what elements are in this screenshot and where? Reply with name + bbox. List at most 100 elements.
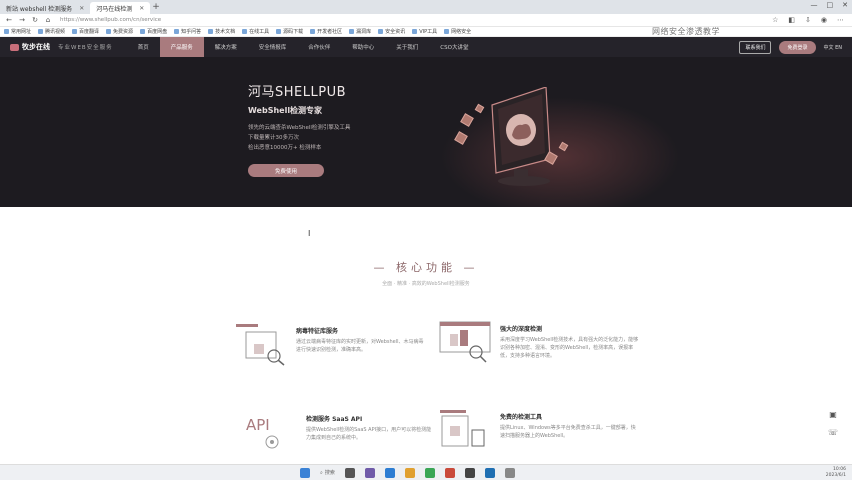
new-tab-button[interactable]: + [152,2,160,12]
logo-text: 牧步在线 [22,43,50,51]
login-button[interactable]: 免费登录 [779,40,816,54]
feature-title: 强大的深度检测 [500,326,543,333]
app-icon[interactable] [364,467,375,478]
bookmark-label: VIP工具 [419,29,438,35]
video-overlay-caption: 网络安全渗透教学 [652,27,720,36]
app-icon[interactable] [444,467,455,478]
downloads-icon[interactable]: ⇩ [805,16,811,24]
bookmark-item[interactable]: 知乎问答 [174,28,201,35]
free-use-button[interactable]: 免费使用 [248,164,324,177]
nav-item[interactable]: 解决方案 [204,37,248,57]
bookmark-item[interactable]: 网络安全 [444,28,471,35]
bookmark-item[interactable]: 漏洞库 [349,28,371,35]
nav-item[interactable]: 产品服务 [159,37,204,57]
bookmark-item[interactable]: 技术文档 [208,28,235,35]
address-bar: ← → ↻ ⌂ https://www.shellpub.com/cn/serv… [0,14,852,27]
bookmark-label: 在线工具 [249,29,270,35]
start-icon[interactable] [300,467,310,478]
close-window-button[interactable]: ✕ [842,1,848,9]
tab-label: 新站 webshell 检测服务 [6,5,73,13]
bookmark-item[interactable]: 百度网盘 [140,28,167,35]
bookmark-label: 安全资讯 [385,29,406,35]
bookmark-star-icon[interactable]: ☆ [772,16,778,24]
extensions-icon[interactable]: ◧ [788,16,795,24]
bookmark-favicon-icon [242,29,248,34]
bookmark-item[interactable]: 免费资源 [106,28,133,35]
bookmark-label: 常用网址 [11,29,32,35]
window-controls: — □ ✕ [811,1,849,9]
close-icon[interactable]: ✕ [139,5,144,12]
virus-database-icon [236,324,285,366]
profile-icon[interactable]: ◉ [821,16,827,24]
nav-item[interactable]: CSO大讲堂 [429,37,479,57]
language-switch[interactable]: 中文 EN [824,44,843,51]
bookmark-item[interactable]: 开发者社区 [310,28,342,35]
hero-subtitle: WebShell检测专家 [248,106,323,115]
minimize-button[interactable]: — [811,1,818,9]
maximize-button[interactable]: □ [827,1,834,9]
bookmark-favicon-icon [174,29,180,34]
bookmark-favicon-icon [38,29,44,34]
nav-item[interactable]: 帮助中心 [341,37,385,57]
bookmark-favicon-icon [140,29,146,34]
feature-title: 病毒特征库服务 [296,328,339,335]
bookmark-item[interactable]: 安全资讯 [378,28,405,35]
mouse-cursor-icon: I [308,229,311,238]
browser-app-icon[interactable] [384,467,395,478]
nav-item[interactable]: 首页 [127,37,160,57]
nav-item[interactable]: 关于我们 [385,37,429,57]
bookmark-favicon-icon [444,29,450,34]
bookmark-favicon-icon [378,29,384,34]
bookmark-item[interactable]: 源码下载 [276,28,303,35]
task-view-icon[interactable] [344,467,355,478]
refresh-icon[interactable]: ↻ [31,16,39,24]
bookmark-label: 免费资源 [113,29,134,35]
phone-icon[interactable]: ☏ [828,428,838,437]
app-icon[interactable] [504,467,515,478]
terminal-icon[interactable] [464,467,475,478]
bookmark-label: 网络安全 [451,29,472,35]
feature-title: 免费的检测工具 [500,414,543,421]
bookmark-item[interactable]: VIP工具 [412,28,437,35]
site-logo[interactable]: 牧步在线 [10,42,50,52]
wechat-icon[interactable] [424,467,435,478]
nav-item[interactable]: 安全情报库 [248,37,298,57]
taskbar-search[interactable]: ⌕ 搜索 [320,469,335,477]
browser-tab-1[interactable]: 新站 webshell 检测服务 ✕ [0,2,90,14]
section-subtitle: 全面 · 精准 · 高效的WebShell检测服务 [382,281,470,287]
main-nav: 首页 产品服务 解决方案 安全情报库 合作伙伴 帮助中心 关于我们 CSO大讲堂 [127,37,480,57]
close-icon[interactable]: ✕ [79,5,84,12]
contact-button[interactable]: 联系我们 [739,40,772,54]
clock-date: 2023/6/1 [825,472,846,478]
feature-desc: 提供Linux、Windows等多平台免费查杀工具，一键部署，快速扫描服务器上的… [500,425,636,439]
bookmark-label: 腾讯视频 [45,29,66,35]
bookmark-item[interactable]: 在线工具 [242,28,269,35]
url-input[interactable]: https://www.shellpub.com/cn/service [60,17,580,23]
logo-icon [10,43,19,51]
folder-icon[interactable] [404,467,415,478]
home-icon[interactable]: ⌂ [44,16,52,24]
hero-line-1: 领先的云端查杀WebShell检测引擎及工具 [248,125,351,131]
browser-tab-2[interactable]: 河马在线检测 ✕ [90,2,151,14]
bookmark-item[interactable]: 常用网址 [4,28,31,35]
forward-icon[interactable]: → [18,16,26,24]
menu-icon[interactable]: ⋯ [837,16,844,24]
site-slogan: 专业WEB安全服务 [58,45,113,51]
chat-icon[interactable]: ▣ [828,410,838,419]
bookmark-item[interactable]: 百度翻译 [72,28,99,35]
hero-banner: 河马SHELLPUB WebShell检测专家 领先的云端查杀WebShell检… [0,57,852,207]
bookmark-item[interactable]: 腾讯视频 [38,28,65,35]
svg-text:API: API [246,416,270,434]
system-clock[interactable]: 10:06 2023/6/1 [826,467,846,479]
hero-line-3: 检出恶意10000万+ 检测样本 [248,145,322,151]
bookmark-favicon-icon [208,29,214,34]
nav-item[interactable]: 合作伙伴 [297,37,341,57]
bookmark-favicon-icon [276,29,282,34]
back-icon[interactable]: ← [5,16,13,24]
app-icon[interactable] [484,467,495,478]
feature-desc: 提供WebShell检测的SaaS API接口，用户可以将检测能力集成到自己的系… [306,427,432,441]
bookmarks-bar: 常用网址 腾讯视频 百度翻译 免费资源 百度网盘 知乎问答 技术文档 在线工具 源码下载 开发者社… [0,27,852,37]
search-label: 搜索 [324,470,335,476]
hero-line-2: 下载量累计30多万次 [248,135,299,141]
bookmark-label: 百度翻译 [79,29,100,35]
